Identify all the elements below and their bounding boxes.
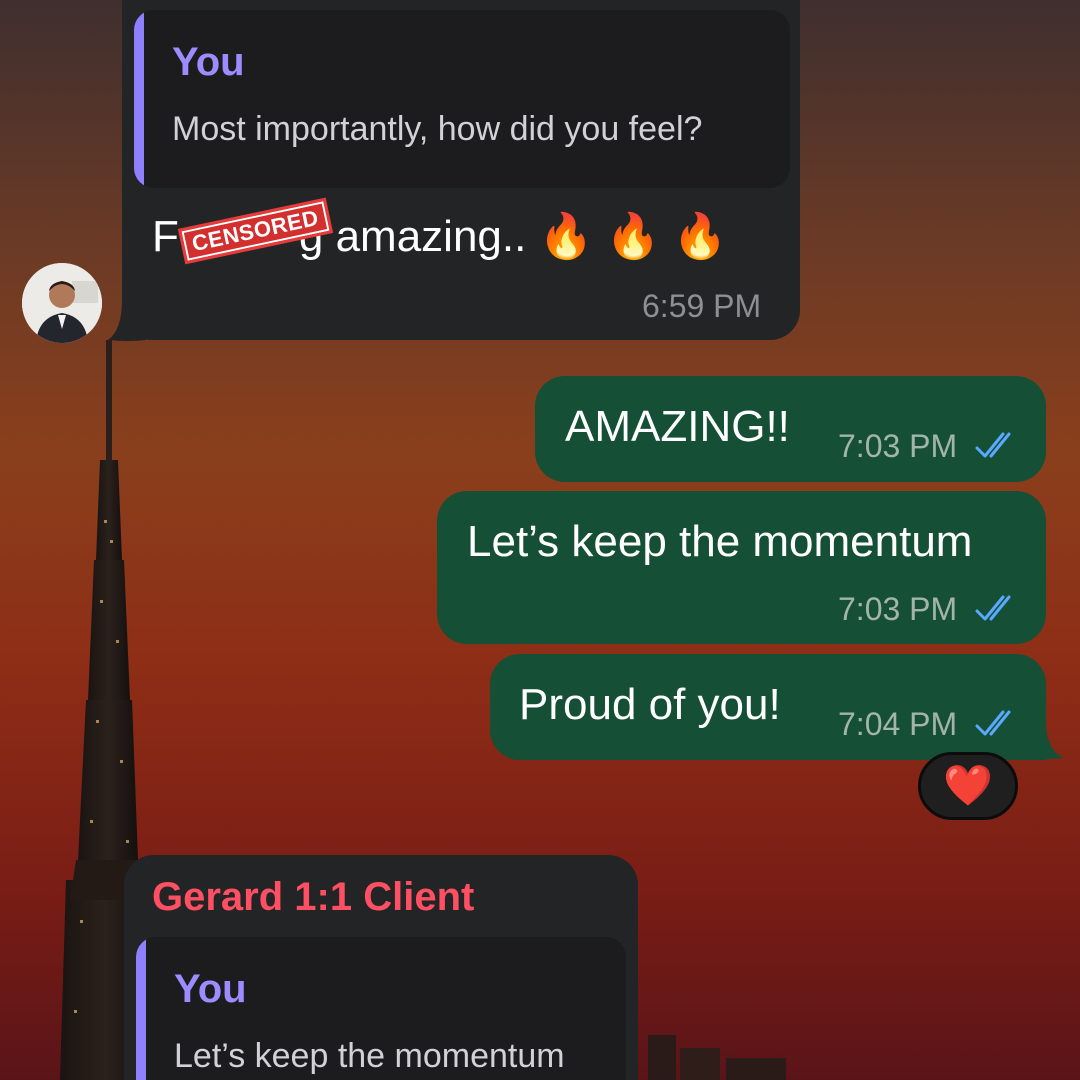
heart-reaction: ❤️ (943, 764, 993, 808)
double-check-icon (975, 710, 1011, 736)
outgoing-message-bubble[interactable]: Proud of you! 7:04 PM (490, 654, 1046, 760)
outgoing-bubble-tail (1030, 722, 1064, 759)
sender-name: Gerard 1:1 Client (152, 875, 475, 919)
message-time: 7:03 PM (838, 428, 958, 464)
quote-author: You (172, 40, 245, 84)
message-text: Proud of you! (519, 680, 781, 729)
incoming-bubble-tail (108, 300, 146, 341)
fire-emojis: 🔥 🔥 🔥 (538, 212, 728, 261)
quote-accent-bar (136, 937, 146, 1080)
reply-quote[interactable]: You Most importantly, how did you feel? (134, 10, 790, 188)
message-time: 6:59 PM (642, 288, 762, 324)
double-check-icon (975, 595, 1011, 621)
reply-quote[interactable]: You Let’s keep the momentum (136, 937, 626, 1080)
incoming-message-bubble[interactable]: Gerard 1:1 Client You Let’s keep the mom… (124, 855, 638, 1080)
quote-author: You (174, 967, 247, 1011)
avatar[interactable] (22, 263, 102, 343)
message-text: Let’s keep the momentum (467, 517, 973, 566)
message-time: 7:03 PM (838, 591, 958, 627)
incoming-message-bubble[interactable]: You Most importantly, how did you feel? … (122, 0, 800, 340)
reaction-badge[interactable]: ❤️ (918, 752, 1018, 820)
user-avatar-icon (22, 263, 102, 343)
outgoing-message-bubble[interactable]: Let’s keep the momentum 7:03 PM (437, 491, 1046, 644)
quote-accent-bar (134, 10, 144, 188)
message-time: 7:04 PM (838, 706, 958, 742)
double-check-icon (975, 432, 1011, 458)
message-text: AMAZING!! (565, 402, 790, 451)
outgoing-message-bubble[interactable]: AMAZING!! 7:03 PM (535, 376, 1046, 482)
quote-text: Let’s keep the momentum (174, 1037, 565, 1075)
message-text-start: F (152, 212, 179, 261)
message-text-rest: g amazing.. (298, 212, 539, 261)
quote-text: Most importantly, how did you feel? (172, 110, 703, 148)
